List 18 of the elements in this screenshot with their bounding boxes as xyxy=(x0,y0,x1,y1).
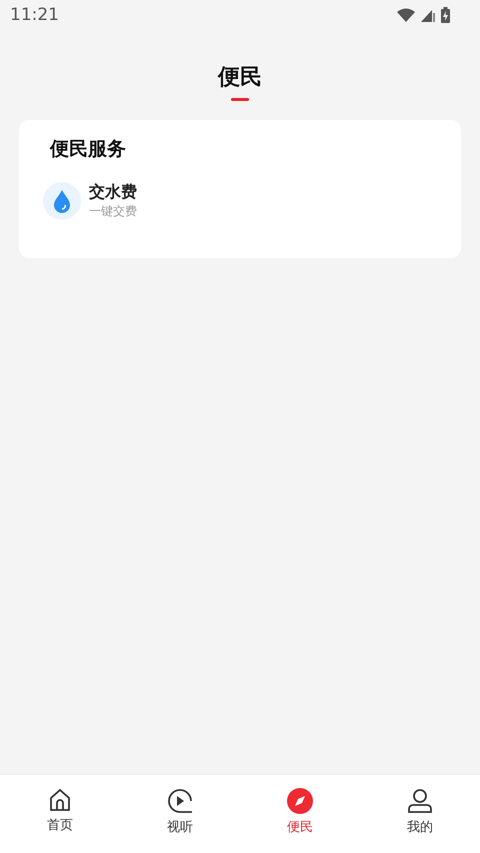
section-title: 便民服务 xyxy=(50,137,127,162)
compass-icon xyxy=(287,788,313,814)
play-icon xyxy=(167,788,193,814)
home-icon xyxy=(48,788,72,812)
tab-item[interactable]: 视听 xyxy=(120,775,240,853)
title-underline xyxy=(231,98,249,101)
battery-icon xyxy=(441,7,450,23)
user-icon xyxy=(407,788,433,814)
page-title: 便民 xyxy=(218,64,262,92)
wifi-icon xyxy=(397,8,415,22)
service-subtitle: 一键交费 xyxy=(89,203,137,220)
tab-item[interactable]: 便民 xyxy=(240,775,360,853)
service-name[interactable]: 交水费 xyxy=(89,182,137,203)
signal-icon xyxy=(421,8,435,22)
tab-item[interactable]: 首页 xyxy=(0,775,120,853)
water-drop-icon[interactable] xyxy=(43,182,81,220)
status-time: 11:21 xyxy=(10,5,59,25)
tab-item[interactable]: 我的 xyxy=(360,775,480,853)
